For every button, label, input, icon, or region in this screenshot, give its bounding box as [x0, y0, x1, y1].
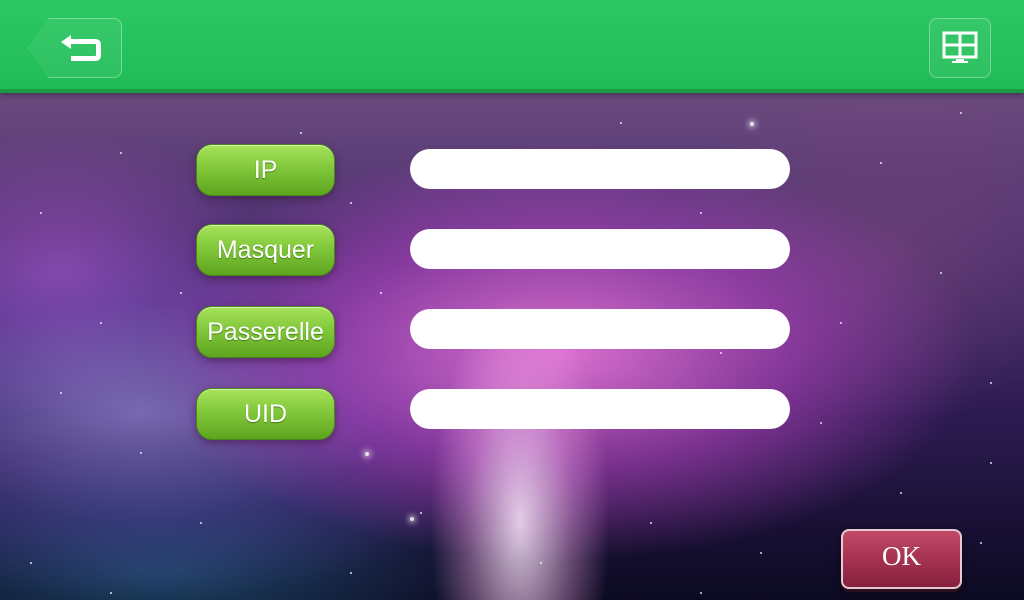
star [350, 202, 352, 204]
uid-label: UID [196, 388, 335, 440]
star [620, 122, 622, 124]
bright-star [410, 517, 414, 521]
star [100, 322, 102, 324]
star [40, 212, 42, 214]
star [110, 592, 112, 594]
gateway-label: Passerelle [196, 306, 335, 358]
back-arrow-icon [61, 35, 101, 61]
grid-view-button[interactable] [929, 18, 991, 78]
bright-star [750, 122, 754, 126]
star [650, 522, 652, 524]
star [990, 462, 992, 464]
ip-input[interactable] [410, 149, 790, 189]
mask-input[interactable] [410, 229, 790, 269]
star [120, 152, 122, 154]
star [990, 382, 992, 384]
star [180, 292, 182, 294]
star [30, 562, 32, 564]
star [900, 492, 902, 494]
star [700, 592, 702, 594]
star [350, 572, 352, 574]
star [820, 422, 822, 424]
bright-star [365, 452, 369, 456]
ok-button[interactable]: OK [841, 529, 962, 589]
star [200, 522, 202, 524]
star [760, 552, 762, 554]
star [960, 112, 962, 114]
ip-label: IP [196, 144, 335, 196]
uid-input[interactable] [410, 389, 790, 429]
star [540, 562, 542, 564]
star [140, 452, 142, 454]
star [940, 272, 942, 274]
star [880, 162, 882, 164]
star [300, 132, 302, 134]
star [60, 392, 62, 394]
mask-label: Masquer [196, 224, 335, 276]
grid-monitor-icon [942, 31, 978, 63]
star [700, 212, 702, 214]
star [420, 512, 422, 514]
back-button[interactable] [28, 18, 122, 78]
header-bar [0, 0, 1024, 93]
star [840, 322, 842, 324]
star [720, 352, 722, 354]
gateway-input[interactable] [410, 309, 790, 349]
star [380, 292, 382, 294]
star [980, 542, 982, 544]
